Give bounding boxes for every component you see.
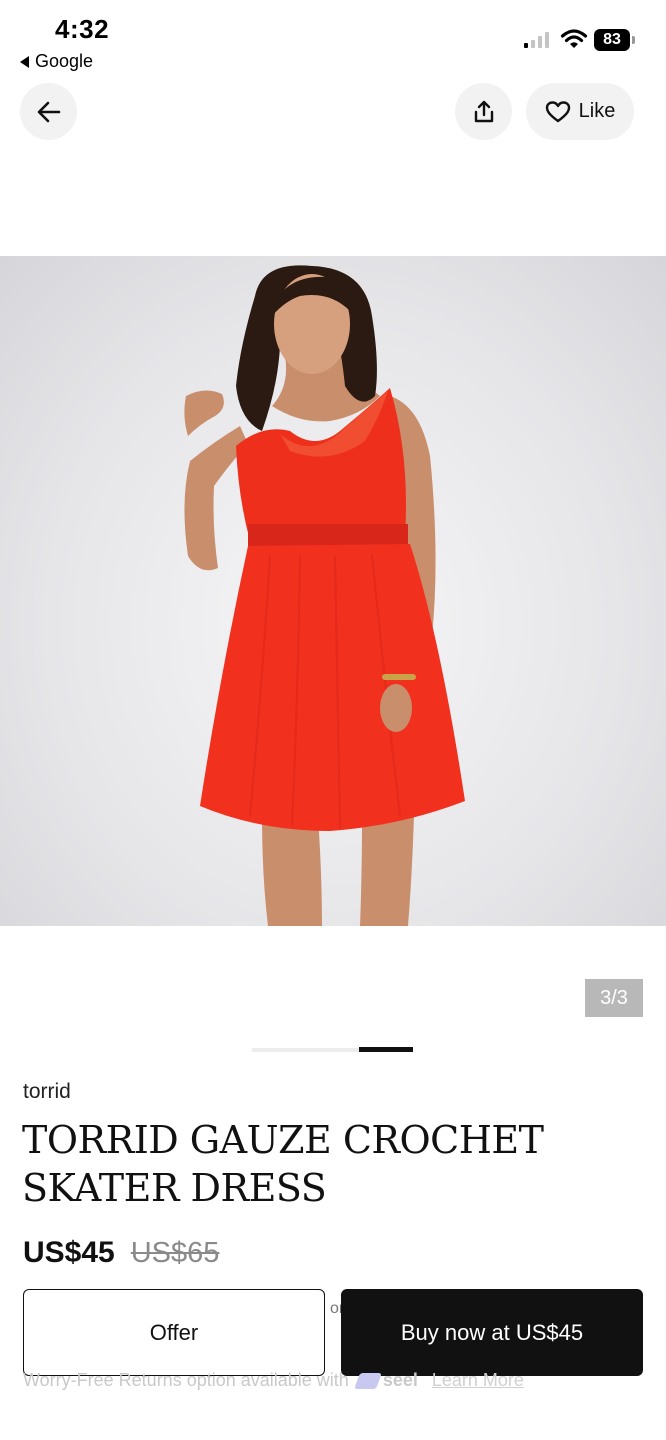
back-triangle-icon	[20, 55, 29, 68]
returns-notice: Worry-Free Returns option available with…	[23, 1370, 524, 1391]
brand-name[interactable]: torrid	[23, 1080, 71, 1104]
gallery-progress-indicator	[359, 1047, 413, 1052]
product-title: TORRID GAUZE CROCHET SKATER DRESS	[22, 1118, 544, 1210]
current-price: US$45	[23, 1236, 115, 1269]
price-row: US$45 US$65	[23, 1236, 219, 1270]
buy-now-button[interactable]: Buy now at US$45	[341, 1289, 643, 1376]
original-price: US$65	[130, 1237, 220, 1269]
back-to-app-link[interactable]: Google	[20, 51, 93, 72]
like-label: Like	[578, 100, 616, 122]
model-in-red-dress-photo	[184, 265, 465, 926]
share-icon	[474, 100, 493, 122]
status-time: 4:32	[55, 14, 110, 44]
arrow-left-icon	[37, 101, 60, 122]
product-image[interactable]	[0, 256, 666, 926]
returns-text: Worry-Free Returns option available with	[23, 1370, 349, 1390]
share-button[interactable]	[455, 83, 512, 140]
learn-more-link[interactable]: Learn More	[432, 1370, 524, 1391]
seel-logo: seel	[353, 1370, 418, 1391]
offer-button[interactable]: Offer	[23, 1289, 325, 1376]
like-button[interactable]: Like	[526, 83, 634, 140]
battery-indicator: 83	[594, 29, 630, 51]
seel-wordmark: seel	[382, 1370, 418, 1390]
image-counter-badge: 3/3	[585, 979, 643, 1017]
battery-nub	[632, 36, 635, 44]
back-button[interactable]	[20, 83, 77, 140]
wifi-icon	[560, 29, 588, 48]
back-app-label: Google	[35, 51, 94, 71]
seel-mark-icon	[353, 1372, 382, 1389]
cellular-signal-icon	[524, 32, 549, 48]
heart-icon	[545, 100, 570, 122]
